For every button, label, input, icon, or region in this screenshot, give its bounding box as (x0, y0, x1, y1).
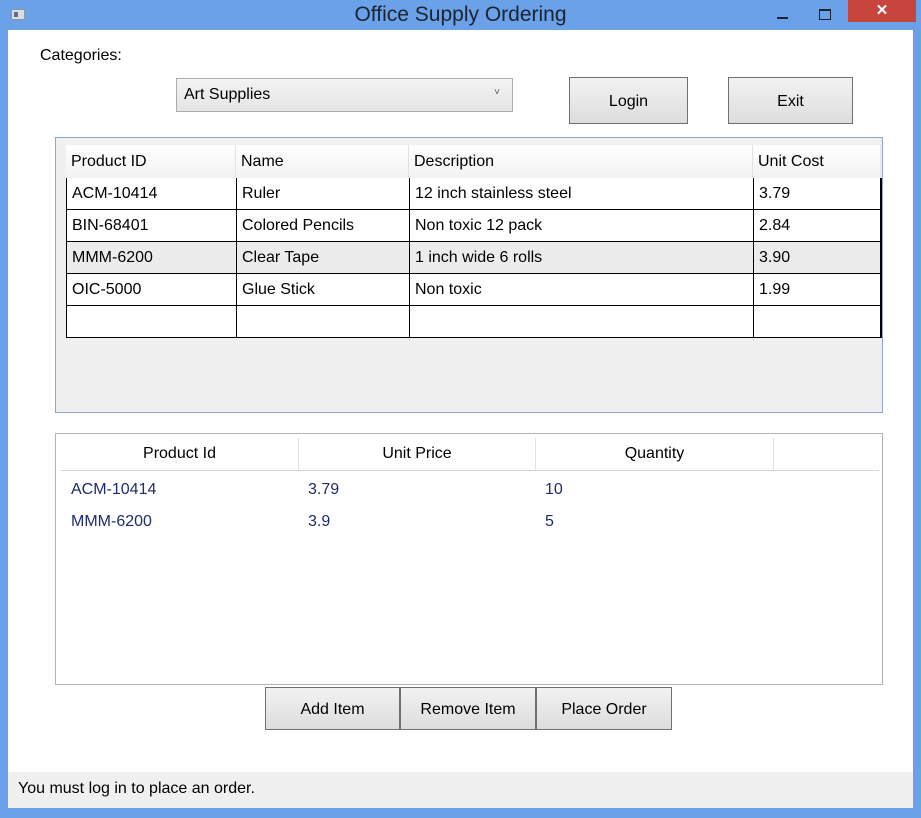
table-row[interactable]: OIC-5000 Glue Stick Non toxic 1.99 (66, 274, 882, 306)
column-header-unit-price[interactable]: Unit Price (299, 438, 536, 470)
cell-name[interactable]: Ruler (237, 178, 410, 209)
remove-item-button[interactable]: Remove Item (400, 687, 536, 730)
cell-description[interactable]: 1 inch wide 6 rolls (410, 242, 754, 273)
exit-button[interactable]: Exit (728, 77, 853, 124)
item-unit-price: 3.79 (308, 481, 340, 498)
cell-unit-cost[interactable]: 1.99 (754, 274, 881, 305)
categories-combobox[interactable]: Art Supplies ˅ (176, 78, 513, 112)
status-message: You must log in to place an order. (18, 780, 255, 797)
table-row[interactable]: ACM-10414 Ruler 12 inch stainless steel … (66, 178, 882, 210)
list-item[interactable]: MMM-6200 3.9 5 (56, 506, 876, 538)
login-button[interactable]: Login (569, 77, 688, 124)
cell-name[interactable]: Colored Pencils (237, 210, 410, 241)
title-bar[interactable]: Office Supply Ordering ✕ (0, 0, 921, 30)
column-header-name[interactable]: Name (236, 145, 409, 178)
chevron-down-icon: ˅ (494, 87, 500, 98)
cell-name[interactable]: Clear Tape (237, 242, 410, 273)
cell-name[interactable]: Glue Stick (237, 274, 410, 305)
app-window: Office Supply Ordering ✕ Categories: Art… (0, 0, 921, 818)
item-quantity: 5 (545, 513, 554, 530)
item-product-id: ACM-10414 (71, 481, 157, 498)
column-header-unit-cost[interactable]: Unit Cost (753, 145, 881, 178)
column-header-product-id[interactable]: Product ID (66, 145, 236, 178)
item-product-id: MMM-6200 (71, 513, 152, 530)
close-button[interactable]: ✕ (848, 0, 916, 22)
item-unit-price: 3.9 (308, 513, 331, 530)
item-quantity: 10 (545, 481, 563, 498)
cell-name[interactable] (237, 306, 410, 337)
maximize-button[interactable] (808, 0, 844, 30)
column-header-filler (774, 438, 879, 470)
order-list-header: Product Id Unit Price Quantity (61, 438, 879, 471)
cell-description[interactable] (410, 306, 754, 337)
cell-product-id[interactable]: OIC-5000 (67, 274, 237, 305)
order-items-list[interactable]: Product Id Unit Price Quantity ACM-10414… (55, 433, 883, 685)
categories-selected-value: Art Supplies (184, 86, 271, 103)
list-item[interactable]: ACM-10414 3.79 10 (56, 474, 876, 506)
add-item-button[interactable]: Add Item (265, 687, 400, 730)
cell-unit-cost[interactable]: 3.90 (754, 242, 881, 273)
cell-unit-cost[interactable]: 3.79 (754, 178, 881, 209)
cell-product-id[interactable]: BIN-68401 (67, 210, 237, 241)
column-header-product-id[interactable]: Product Id (61, 438, 299, 470)
products-grid-header: Product ID Name Description Unit Cost (66, 145, 881, 179)
cell-product-id[interactable]: ACM-10414 (67, 178, 237, 209)
cell-unit-cost[interactable] (754, 306, 881, 337)
table-row[interactable]: BIN-68401 Colored Pencils Non toxic 12 p… (66, 210, 882, 242)
new-row[interactable] (66, 306, 882, 338)
cell-product-id[interactable]: MMM-6200 (67, 242, 237, 273)
minimize-button[interactable] (766, 0, 802, 30)
cell-product-id[interactable] (67, 306, 237, 337)
column-header-description[interactable]: Description (409, 145, 753, 178)
place-order-button[interactable]: Place Order (536, 687, 672, 730)
cell-description[interactable]: 12 inch stainless steel (410, 178, 754, 209)
column-header-quantity[interactable]: Quantity (536, 438, 774, 470)
table-row[interactable]: MMM-6200 Clear Tape 1 inch wide 6 rolls … (66, 242, 882, 274)
categories-label: Categories: (40, 47, 122, 64)
cell-description[interactable]: Non toxic (410, 274, 754, 305)
cell-description[interactable]: Non toxic 12 pack (410, 210, 754, 241)
cell-unit-cost[interactable]: 2.84 (754, 210, 881, 241)
products-grid-body: ACM-10414 Ruler 12 inch stainless steel … (66, 178, 882, 338)
products-grid[interactable]: Product ID Name Description Unit Cost AC… (55, 137, 883, 413)
